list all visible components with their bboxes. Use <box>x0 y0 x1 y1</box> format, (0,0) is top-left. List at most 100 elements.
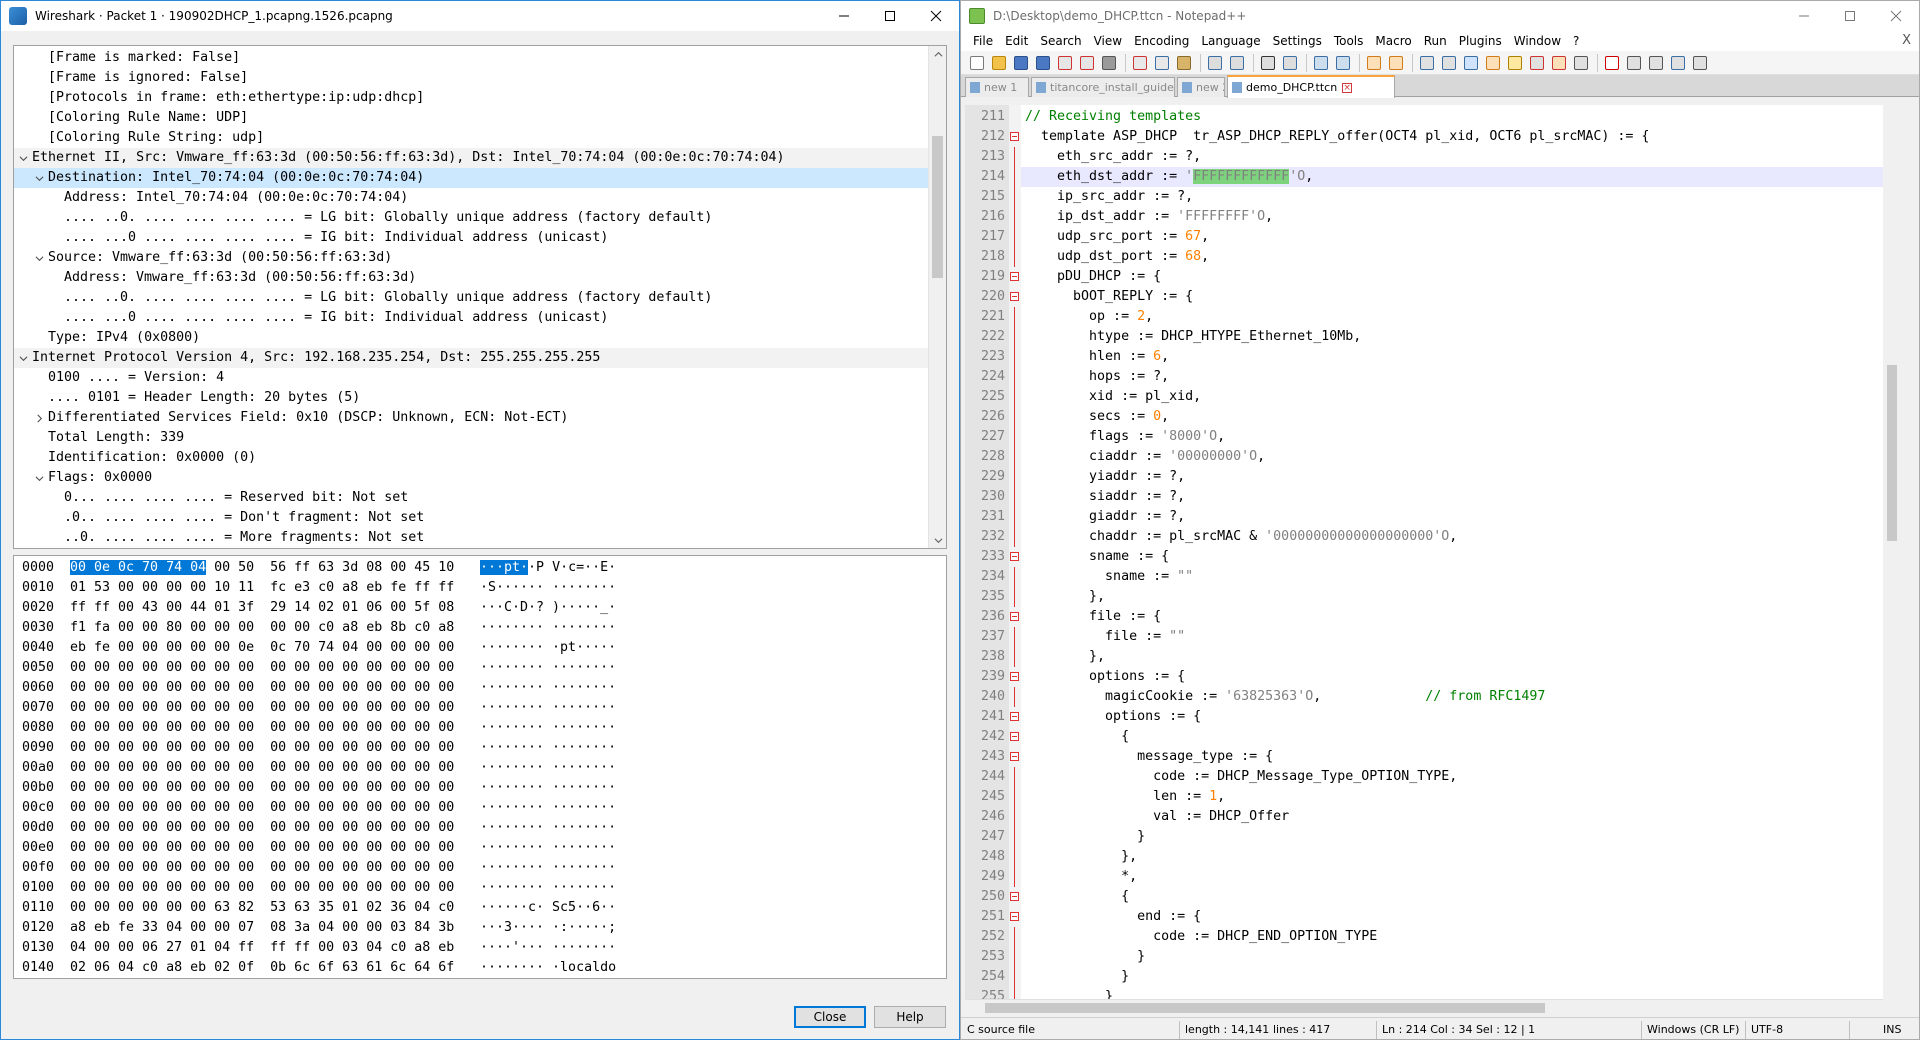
tree-row[interactable]: [Protocols in frame: eth:ethertype:ip:ud… <box>14 88 928 108</box>
code-line[interactable]: 243 message_type := { <box>981 747 1883 767</box>
stop-record-icon[interactable] <box>1624 53 1644 73</box>
hex-bytes-rest[interactable]: 00 00 00 00 00 00 00 00 00 00 00 00 00 0… <box>70 800 454 815</box>
hex-bytes-rest[interactable]: 00 00 00 00 00 00 00 00 00 00 00 00 00 0… <box>70 840 454 855</box>
scroll-down-icon[interactable] <box>929 532 946 548</box>
hex-bytes-rest[interactable]: 00 00 00 00 00 00 00 00 00 00 00 00 00 0… <box>70 860 454 875</box>
code-line[interactable]: 230 siaddr := ?, <box>981 487 1883 507</box>
maximize-icon[interactable] <box>1827 1 1873 31</box>
menu-item[interactable]: Language <box>1195 31 1266 51</box>
code-line[interactable]: 213 eth_src_addr := ?, <box>981 147 1883 167</box>
code-line[interactable]: 229 yiaddr := ?, <box>981 467 1883 487</box>
code-line[interactable]: 246 val := DHCP_Offer <box>981 807 1883 827</box>
close-document-icon[interactable]: X <box>1902 31 1911 51</box>
tree-row[interactable]: [Coloring Rule Name: UDP] <box>14 108 928 128</box>
fold-minus-icon[interactable] <box>1010 612 1019 621</box>
hex-ascii-rest[interactable]: ········ ········ <box>480 720 616 735</box>
udl-icon[interactable] <box>1483 53 1503 73</box>
hex-ascii[interactable]: ···pt··P V·c=··E· <box>480 558 616 578</box>
hex-bytes[interactable]: eb fe 00 00 00 00 00 0e 0c 70 74 04 00 0… <box>70 638 454 658</box>
save-macro-icon[interactable] <box>1690 53 1710 73</box>
hex-bytes[interactable]: 00 00 00 00 00 00 00 00 00 00 00 00 00 0… <box>70 678 454 698</box>
hex-bytes-rest[interactable]: 00 00 00 00 00 00 00 00 00 00 00 00 00 0… <box>70 720 454 735</box>
tree-row[interactable]: Flags: 0x0000 <box>14 468 928 488</box>
fold-minus-icon[interactable] <box>1010 732 1019 741</box>
close-tab-icon[interactable]: × <box>1342 82 1353 93</box>
code-line[interactable]: 237 file := "" <box>981 627 1883 647</box>
chevron-down-icon[interactable] <box>32 168 46 188</box>
scrollbar-thumb[interactable] <box>985 1003 1545 1013</box>
tree-row[interactable]: Internet Protocol Version 4, Src: 192.16… <box>14 348 928 368</box>
hex-bytes[interactable]: 00 00 00 00 00 00 63 82 53 63 35 01 02 3… <box>70 898 454 918</box>
hex-ascii-rest[interactable]: ········ ········ <box>480 840 616 855</box>
hex-bytes[interactable]: 04 00 00 06 27 01 04 ff ff ff 00 03 04 c… <box>70 938 454 958</box>
hex-bytes[interactable]: 02 06 04 c0 a8 eb 02 0f 0b 6c 6f 63 61 6… <box>70 958 454 978</box>
undo-icon[interactable] <box>1205 53 1225 73</box>
menu-item[interactable]: Tools <box>1328 31 1370 51</box>
function-list-icon[interactable] <box>1527 53 1547 73</box>
hex-ascii[interactable]: ···C·D·? )·····_· <box>480 598 616 618</box>
close-file-icon[interactable] <box>1055 53 1075 73</box>
tree-row[interactable]: Address: Vmware_ff:63:3d (00:50:56:ff:63… <box>14 268 928 288</box>
hex-ascii[interactable]: ········ ········ <box>480 778 616 798</box>
hex-ascii-rest[interactable]: ········ ········ <box>480 820 616 835</box>
menu-item[interactable]: File <box>967 31 999 51</box>
code-line[interactable]: 255 } <box>981 987 1883 999</box>
code-line[interactable]: 218 udp_dst_port := 68, <box>981 247 1883 267</box>
scroll-up-icon[interactable] <box>929 46 946 62</box>
tree-row[interactable]: .... ..0. .... .... .... .... = LG bit: … <box>14 208 928 228</box>
code-editor[interactable]: 211 // Receiving templates 212 template AS… <box>965 105 1901 999</box>
code-line[interactable]: 215 ip_src_addr := ?, <box>981 187 1883 207</box>
tree-row[interactable]: .... ..0. .... .... .... .... = LG bit: … <box>14 288 928 308</box>
code-line[interactable]: 221 op := 2, <box>981 307 1883 327</box>
zoom-in-icon[interactable] <box>1311 53 1331 73</box>
menu-item[interactable]: Encoding <box>1128 31 1195 51</box>
hex-ascii[interactable]: ········ ········ <box>480 618 616 638</box>
hex-bytes-rest[interactable]: 00 00 00 00 00 00 00 00 00 00 00 00 00 0… <box>70 780 454 795</box>
fold-minus-icon[interactable] <box>1010 752 1019 761</box>
hex-ascii[interactable]: main···· ··,····· <box>480 978 616 979</box>
replace-icon[interactable] <box>1280 53 1300 73</box>
hex-ascii-rest[interactable]: ········ ········ <box>480 700 616 715</box>
code-line[interactable]: 242 { <box>981 727 1883 747</box>
hex-bytes[interactable]: 00 00 00 00 00 00 00 00 00 00 00 00 00 0… <box>70 758 454 778</box>
hex-bytes-rest[interactable]: 00 00 00 00 00 00 00 00 00 00 00 00 00 0… <box>70 700 454 715</box>
hex-bytes-rest[interactable]: 00 00 00 00 00 00 63 82 53 63 35 01 02 3… <box>70 900 454 915</box>
hex-ascii[interactable]: ········ ········ <box>480 818 616 838</box>
record-macro-icon[interactable] <box>1602 53 1622 73</box>
tree-row[interactable]: Type: IPv4 (0x0800) <box>14 328 928 348</box>
scrollbar-thumb[interactable] <box>932 136 943 278</box>
hex-bytes[interactable]: 00 00 00 00 00 00 00 00 00 00 00 00 00 0… <box>70 658 454 678</box>
code-line[interactable]: 233 sname := { <box>981 547 1883 567</box>
code-line[interactable]: 219 pDU_DHCP := { <box>981 267 1883 287</box>
code-line[interactable]: 222 htype := DHCP_HTYPE_Ethernet_10Mb, <box>981 327 1883 347</box>
code-line[interactable]: 251 end := { <box>981 907 1883 927</box>
hex-ascii[interactable]: ········ ········ <box>480 718 616 738</box>
chevron-down-icon[interactable] <box>32 248 46 268</box>
paste-icon[interactable] <box>1174 53 1194 73</box>
code-line[interactable]: 240 magicCookie := '63825363'O, // from … <box>981 687 1883 707</box>
fold-minus-icon[interactable] <box>1010 672 1019 681</box>
code-line[interactable]: 225 xid := pl_xid, <box>981 387 1883 407</box>
hex-ascii-rest[interactable]: ········ ········ <box>480 880 616 895</box>
hex-ascii[interactable]: ········ ········ <box>480 738 616 758</box>
close-button[interactable]: Close <box>794 1006 866 1028</box>
save-icon[interactable] <box>1011 53 1031 73</box>
hex-bytes[interactable]: 00 00 00 00 00 00 00 00 00 00 00 00 00 0… <box>70 838 454 858</box>
hex-bytes-rest[interactable]: 04 00 00 06 27 01 04 ff ff ff 00 03 04 c… <box>70 940 454 955</box>
tree-row[interactable]: [Frame is ignored: False] <box>14 68 928 88</box>
code-line[interactable]: 235 }, <box>981 587 1883 607</box>
hex-bytes-rest[interactable]: 00 00 00 00 00 00 00 00 00 00 00 00 00 0… <box>70 880 454 895</box>
menu-item[interactable]: ? <box>1567 31 1585 51</box>
maximize-icon[interactable] <box>867 1 913 31</box>
hex-ascii[interactable]: ········ ········ <box>480 678 616 698</box>
hex-bytes[interactable]: f1 fa 00 00 80 00 00 00 00 00 c0 a8 eb 8… <box>70 618 454 638</box>
editor-horizontal-scrollbar[interactable] <box>965 999 1883 1016</box>
hex-ascii-rest[interactable]: ···C·D·? )·····_· <box>480 600 616 615</box>
document-tab[interactable]: titancore_install_guide <box>1031 77 1175 97</box>
tree-row[interactable]: Total Length: 339 <box>14 428 928 448</box>
hex-ascii[interactable]: ····'··· ········ <box>480 938 616 958</box>
menu-item[interactable]: Edit <box>999 31 1034 51</box>
menu-item[interactable]: Run <box>1418 31 1453 51</box>
menu-item[interactable]: View <box>1088 31 1128 51</box>
packet-details-scrollbar[interactable] <box>928 46 946 548</box>
